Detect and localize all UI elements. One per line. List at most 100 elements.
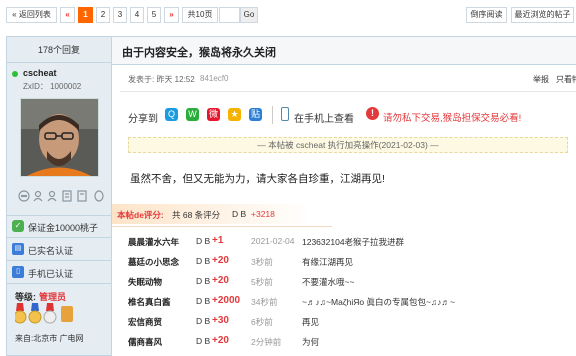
user-info-icon[interactable]	[47, 190, 57, 202]
qzone-share-icon[interactable]: ★	[228, 108, 241, 121]
level-label: 等级:	[15, 292, 36, 302]
rating-user[interactable]: 儒商喜风	[128, 336, 162, 348]
divider	[7, 215, 111, 216]
rating-reason: ~♬♪♫~MaζhiЯo 眞白の专属包包~♫♪♬~	[302, 297, 456, 307]
rating-db-label: D B	[196, 336, 211, 346]
rating-reason: 123632104老猴子拉我进群	[302, 237, 405, 247]
rating-score: +1	[212, 235, 224, 246]
divider	[120, 91, 576, 92]
id-card-icon: ▤	[12, 243, 24, 255]
rating-total: +3218	[251, 209, 275, 219]
rating-score: +30	[212, 315, 229, 326]
medal-icon	[28, 303, 42, 324]
view-on-mobile-link[interactable]: 在手机上查看	[294, 110, 354, 125]
prev-page-button[interactable]: «	[60, 7, 75, 23]
rating-db-label: D B	[196, 316, 211, 326]
author-sidebar: 178个回复 cscheat ZxID： 1000002 ✓ 保证金10000桃…	[6, 36, 112, 356]
page-3-button[interactable]: 3	[113, 7, 127, 23]
rating-score: +20	[212, 275, 229, 286]
warning-icon: !	[366, 107, 379, 120]
trade-warning-link[interactable]: 请勿私下交易,猴岛担保交易必看!	[383, 110, 521, 124]
rating-score: +2000	[212, 295, 241, 306]
rating-reason: 不要灌水哦~~	[302, 277, 355, 287]
divider	[7, 260, 111, 261]
rating-db-label: D B	[196, 236, 211, 246]
rating-time: 2021-02-04	[251, 236, 295, 246]
level-value[interactable]: 管理员	[39, 290, 66, 303]
top-pagination-bar: « 返回列表 « 1 2 3 4 5 » 共10页 Go 倒序阅读 最近浏览的帖…	[0, 0, 576, 30]
reverse-order-button[interactable]: 倒序阅读	[466, 7, 507, 23]
shield-check-icon: ✓	[12, 220, 24, 232]
add-friend-icon[interactable]	[33, 190, 43, 202]
rating-user[interactable]: 晨晨灌水六年	[128, 236, 179, 248]
divider	[112, 226, 332, 227]
document-icon[interactable]	[62, 190, 72, 202]
rating-score: +20	[212, 335, 229, 346]
rating-reason: 有缘江湖再见	[302, 257, 354, 267]
back-to-list-button[interactable]: « 返回列表	[6, 7, 57, 23]
rating-time: 3秒前	[251, 257, 273, 267]
page-1-button[interactable]: 1	[78, 7, 93, 23]
phone-verified: 手机已认证	[28, 269, 74, 279]
post-meta-time: 发表于: 昨天 12:52	[128, 75, 195, 84]
rating-time: 34秒前	[251, 297, 278, 307]
divider	[7, 283, 111, 284]
author-username[interactable]: cscheat	[23, 68, 57, 78]
author-zxid: ZxID： 1000002	[23, 82, 82, 91]
guarantee-deposit: 保证金10000桃子	[28, 223, 99, 233]
rating-reason: 为何	[302, 337, 320, 347]
rating-header-label: 本帖de评分:	[117, 210, 164, 220]
rating-user[interactable]: 失眠动物	[128, 276, 162, 288]
qq-share-icon[interactable]: Q	[165, 108, 178, 121]
total-pages-label: 共10页	[182, 7, 218, 23]
rating-score: +20	[212, 255, 229, 266]
medal-icons	[13, 303, 75, 329]
report-link[interactable]: 举报	[533, 74, 549, 85]
rating-time: 5秒前	[251, 277, 273, 287]
post-id: 841ecf0	[200, 74, 229, 83]
rating-user[interactable]: 椎名真白酱	[128, 296, 171, 308]
tieba-share-icon[interactable]: 贴	[249, 108, 262, 121]
post-title: 由于内容安全，猴岛将永久关闭	[122, 47, 276, 59]
medal-icon	[61, 306, 73, 322]
rating-db-label: D B	[196, 296, 211, 306]
avatar[interactable]	[20, 98, 99, 177]
wechat-share-icon[interactable]: W	[186, 108, 199, 121]
rating-reason: 再见	[302, 317, 320, 327]
recent-posts-button[interactable]: 最近浏览的帖子	[511, 7, 574, 23]
weibo-share-icon[interactable]: 微	[207, 108, 220, 121]
divider	[272, 106, 273, 124]
rating-user[interactable]: 墓廷の小思念	[128, 256, 179, 268]
rating-db-label: D B	[196, 276, 211, 286]
rating-user[interactable]: 宏信商贸	[128, 316, 162, 328]
go-button[interactable]: Go	[240, 7, 258, 23]
medal-icon	[13, 303, 27, 324]
author-location: 来自:北京市 广电网	[15, 334, 84, 343]
next-page-button[interactable]: »	[164, 7, 179, 23]
page-2-button[interactable]: 2	[96, 7, 110, 23]
online-status-dot	[12, 71, 18, 77]
highlight-notice: — 本帖被 cscheat 执行加亮操作(2021-02-03) —	[128, 137, 568, 153]
reply-count: 178个回复	[7, 37, 111, 63]
rating-time: 2分钟前	[251, 337, 282, 347]
only-view-author-link[interactable]: 只看特	[556, 74, 576, 85]
page-5-button[interactable]: 5	[147, 7, 161, 23]
divider	[7, 237, 111, 238]
rating-currency: D B	[232, 209, 247, 219]
page-4-button[interactable]: 4	[130, 7, 144, 23]
avatar-portrait-image	[21, 99, 98, 176]
share-label: 分享到	[128, 114, 158, 125]
real-name-verified: 已实名认证	[28, 246, 74, 256]
message-icon[interactable]	[18, 190, 30, 202]
qq-icon[interactable]	[94, 190, 104, 202]
mobile-phone-icon	[281, 107, 289, 121]
medal-icon	[43, 303, 57, 324]
post-title-bar: 由于内容安全，猴岛将永久关闭	[112, 36, 576, 65]
rating-time: 6秒前	[251, 317, 273, 327]
post-content: 虽然不舍，但又无能为力，请大家各自珍重，江湖再见!	[130, 173, 385, 185]
rating-count[interactable]: 共 68 条评分	[172, 209, 220, 221]
rating-db-label: D B	[196, 256, 211, 266]
page-jump-input[interactable]	[219, 7, 240, 23]
posts-icon[interactable]	[77, 190, 87, 202]
author-action-icons	[18, 189, 108, 203]
